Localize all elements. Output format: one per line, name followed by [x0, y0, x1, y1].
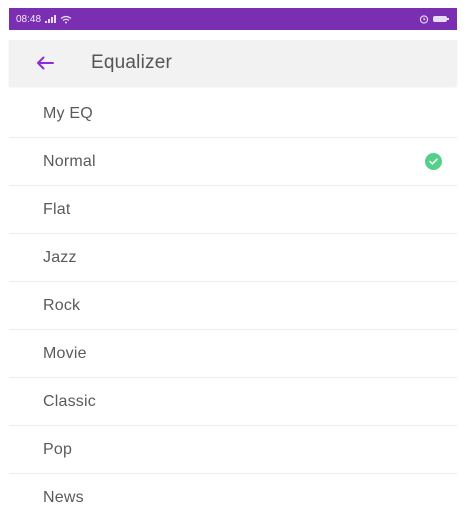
preset-item-normal[interactable]: Normal	[9, 138, 457, 186]
preset-label: Pop	[43, 440, 73, 458]
preset-item-my-eq[interactable]: My EQ	[9, 90, 457, 138]
preset-item-movie[interactable]: Movie	[9, 330, 457, 378]
preset-item-news[interactable]: News	[9, 474, 457, 522]
signal-icon	[45, 15, 57, 23]
preset-item-rock[interactable]: Rock	[9, 282, 457, 330]
app-bar: Equalizer	[9, 40, 457, 86]
preset-label: News	[43, 489, 84, 506]
preset-label: Jazz	[43, 248, 77, 266]
preset-label: Classic	[43, 392, 96, 410]
equalizer-preset-list: My EQ Normal Flat Jazz Rock Movie Classi…	[9, 90, 457, 522]
arrow-left-icon	[37, 56, 54, 70]
preset-item-classic[interactable]: Classic	[9, 378, 457, 426]
status-time: 08:48	[16, 13, 42, 25]
wifi-icon	[60, 15, 72, 23]
status-left: 08:48	[16, 14, 72, 25]
battery-icon	[433, 16, 449, 22]
preset-item-jazz[interactable]: Jazz	[9, 234, 457, 282]
back-button[interactable]	[34, 52, 56, 74]
preset-item-flat[interactable]: Flat	[9, 186, 457, 234]
preset-label: Flat	[43, 200, 71, 218]
alarm-icon	[419, 15, 429, 24]
preset-label: Rock	[43, 296, 81, 314]
page-title: Equalizer	[91, 52, 173, 73]
preset-label: My EQ	[43, 104, 93, 122]
preset-label: Movie	[43, 344, 87, 362]
check-circle-icon	[425, 153, 442, 170]
preset-label: Normal	[43, 152, 96, 170]
preset-item-pop[interactable]: Pop	[9, 426, 457, 474]
status-bar: 08:48	[9, 8, 457, 30]
status-right	[419, 14, 449, 24]
